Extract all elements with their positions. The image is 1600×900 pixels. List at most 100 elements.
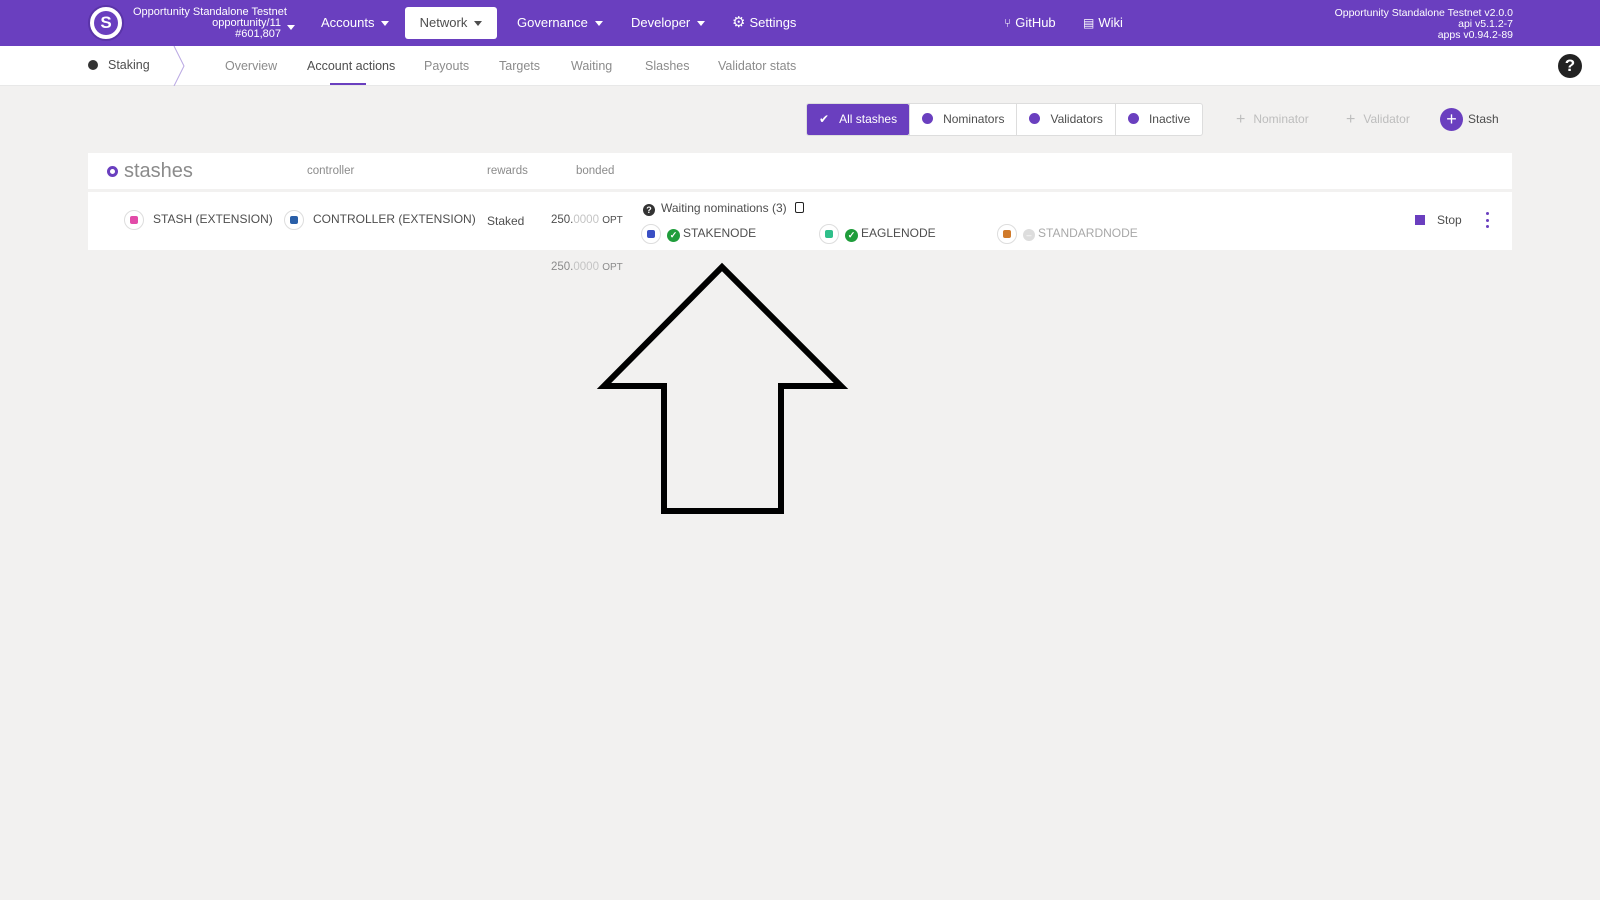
nominee-name: EAGLENODE: [861, 226, 936, 241]
help-icon[interactable]: ?: [1558, 54, 1582, 78]
nominee-identicon: [819, 224, 839, 244]
top-bar: S Opportunity Standalone Testnet opportu…: [0, 0, 1600, 46]
github-icon: ⑂: [1004, 16, 1012, 30]
stash-account-name: STASH (EXTENSION): [153, 212, 273, 227]
nav-network-label: Network: [419, 15, 468, 30]
bonded-dec: 0000: [573, 214, 599, 226]
add-nominator-button[interactable]: + Nominator: [1236, 111, 1309, 129]
plus-icon: +: [1236, 111, 1246, 128]
wiki-icon: ▤: [1083, 16, 1095, 30]
filter-inactive[interactable]: Inactive: [1114, 104, 1202, 135]
bonded-amount: 250.0000 OPT: [551, 214, 623, 226]
nav-developer[interactable]: Developer: [631, 7, 706, 39]
filter-all-label: All stashes: [839, 112, 898, 126]
tab-payouts[interactable]: Payouts: [424, 59, 469, 73]
total-dec: 0000: [573, 261, 599, 273]
controller-account-name: CONTROLLER (EXTENSION): [313, 212, 476, 227]
table-header: stashes controller rewards bonded: [88, 153, 1512, 191]
check-icon: ✔: [819, 112, 830, 126]
nav-settings[interactable]: ⚙ Settings: [732, 7, 796, 39]
tab-slashes[interactable]: Slashes: [645, 59, 689, 73]
nav-wiki-label: Wiki: [1098, 15, 1123, 30]
caret-down-icon: [594, 21, 603, 27]
nav-wiki[interactable]: ▤ Wiki: [1083, 7, 1123, 39]
stop-label: Stop: [1437, 213, 1462, 227]
nav-governance[interactable]: Governance: [517, 7, 603, 39]
controller-identicon: [284, 210, 304, 230]
add-validator-button[interactable]: + Validator: [1346, 111, 1410, 129]
header-bonded: bonded: [576, 165, 615, 177]
nav-developer-label: Developer: [631, 15, 691, 30]
chain-selector[interactable]: Opportunity Standalone Testnet opportuni…: [133, 7, 287, 40]
active-tab-indicator: [330, 83, 366, 85]
radio-dot-icon: [1127, 113, 1139, 124]
kebab-icon[interactable]: [1486, 212, 1490, 228]
radio-dot-icon: [1029, 113, 1041, 124]
caret-down-icon: [474, 21, 483, 27]
nav-accounts[interactable]: Accounts: [321, 7, 390, 39]
controller-account[interactable]: CONTROLLER (EXTENSION): [284, 210, 476, 230]
tab-waiting[interactable]: Waiting: [571, 59, 612, 73]
check-circle-icon: ✓: [845, 229, 858, 243]
nominee-identicon: [997, 224, 1017, 244]
stashes-table: stashes controller rewards bonded STASH …: [88, 153, 1512, 250]
nominee-identicon: [641, 224, 661, 244]
stash-account[interactable]: STASH (EXTENSION): [124, 210, 273, 230]
filter-inactive-label: Inactive: [1148, 112, 1191, 126]
header-rewards: rewards: [487, 165, 528, 177]
header-controller: controller: [307, 165, 355, 177]
stash-ring-icon: [107, 166, 118, 177]
nav-governance-label: Governance: [517, 15, 588, 30]
nominations-summary[interactable]: ? Waiting nominations (3): [643, 201, 804, 216]
radio-dot-icon: [922, 113, 934, 124]
version-info: Opportunity Standalone Testnet v2.0.0 ap…: [1335, 8, 1513, 41]
stash-identicon: [124, 210, 144, 230]
gear-icon: ⚙: [732, 14, 746, 31]
caret-down-icon: [697, 21, 706, 27]
table-row: STASH (EXTENSION) CONTROLLER (EXTENSION)…: [88, 192, 1512, 250]
inactive-icon: –: [1023, 229, 1035, 242]
nominee-item[interactable]: ✓ STAKENODE: [641, 224, 756, 244]
table-title-label: stashes: [124, 160, 193, 182]
nominee-name: STANDARDNODE: [1038, 226, 1138, 241]
nominee-item[interactable]: – STANDARDNODE: [997, 224, 1138, 244]
nav-accounts-label: Accounts: [321, 15, 375, 30]
bonded-int: 250.: [551, 214, 574, 226]
tab-account-actions[interactable]: Account actions: [307, 59, 395, 73]
filter-all-stashes[interactable]: ✔ All stashes: [807, 104, 910, 135]
chain-caret-icon[interactable]: [287, 19, 295, 37]
filter-nominators[interactable]: Nominators: [909, 104, 1016, 135]
plus-icon: +: [1346, 111, 1356, 128]
filter-validators-label: Validators: [1050, 112, 1103, 126]
plus-icon: +: [1440, 108, 1463, 132]
check-circle-icon: ✓: [667, 229, 680, 243]
question-icon[interactable]: ?: [643, 204, 655, 216]
section-title: Staking: [88, 58, 150, 72]
caret-down-icon: [381, 21, 390, 27]
logo-letter-icon: S: [94, 11, 118, 35]
total-int: 250.: [551, 261, 574, 273]
nav-network[interactable]: Network: [405, 7, 497, 39]
block-number: #601,807: [235, 28, 281, 40]
rewards-destination: Staked: [487, 214, 525, 228]
chevron-right-icon: [173, 46, 185, 86]
tab-targets[interactable]: Targets: [499, 59, 540, 73]
table-title: stashes: [107, 160, 193, 183]
nominee-item[interactable]: ✓ EAGLENODE: [819, 224, 936, 244]
stop-button[interactable]: Stop: [1415, 213, 1462, 227]
total-unit: OPT: [602, 262, 623, 273]
logo-icon[interactable]: S: [88, 5, 124, 41]
section-title-label: Staking: [108, 58, 150, 72]
filter-nominators-label: Nominators: [943, 112, 1005, 126]
nav-github[interactable]: ⑂ GitHub: [1004, 7, 1056, 39]
bonded-total: 250.0000 OPT: [551, 261, 623, 273]
add-stash-label: Stash: [1468, 112, 1499, 126]
add-nominator-label: Nominator: [1253, 112, 1309, 126]
arrow-up-icon: [596, 262, 849, 514]
filter-validators[interactable]: Validators: [1016, 104, 1114, 135]
version-apps: apps v0.94.2-89: [1437, 29, 1513, 41]
tab-overview[interactable]: Overview: [225, 59, 277, 73]
add-validator-label: Validator: [1363, 112, 1410, 126]
tab-validator-stats[interactable]: Validator stats: [718, 59, 796, 73]
add-stash-button[interactable]: + Stash: [1440, 107, 1499, 132]
